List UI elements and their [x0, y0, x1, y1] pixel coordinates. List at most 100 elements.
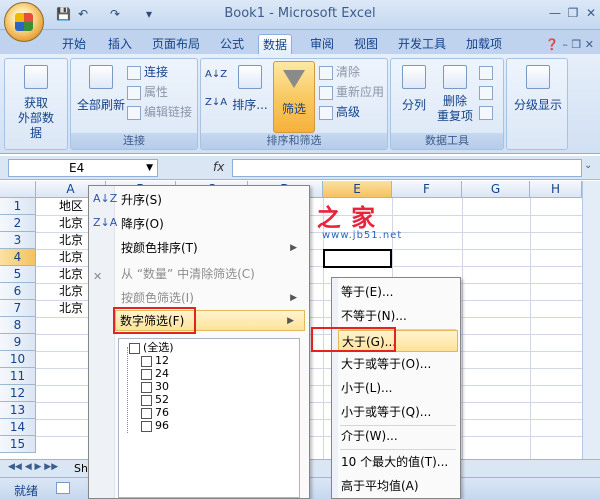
formula-bar: E4 ▼ fx ⌄ [0, 156, 600, 180]
row-header[interactable]: 7 [0, 300, 36, 317]
tab-home[interactable]: 开始 [58, 34, 90, 54]
name-box[interactable]: E4 ▼ [8, 159, 158, 177]
check-item[interactable]: 24 [141, 367, 169, 381]
submenu-equals[interactable]: 等于(E)... [338, 281, 458, 303]
sheet-tab[interactable]: Sh [74, 462, 88, 475]
row-header[interactable]: 12 [0, 385, 36, 402]
what-if-button[interactable] [479, 105, 496, 120]
office-button[interactable] [4, 2, 44, 42]
menu-filter-by-color[interactable]: 按颜色筛选(I) ▶ [117, 288, 307, 309]
column-header-h[interactable]: H [530, 181, 582, 198]
restore-icon[interactable]: ❐ [566, 6, 580, 20]
row-header[interactable]: 4 [0, 249, 36, 266]
row-header[interactable]: 1 [0, 198, 36, 215]
ribbon-tabs: 开始 插入 页面布局 公式 数据 审阅 视图 开发工具 加载项 ❓ – ❐ ✕ [0, 30, 600, 54]
filter-checklist[interactable]: (全选) 12 24 30 52 76 96 [118, 338, 300, 498]
cell-a3[interactable]: 北京 [59, 232, 83, 249]
vertical-scrollbar[interactable] [582, 181, 600, 477]
remove-duplicates-button[interactable]: 删除 重复项 [435, 65, 475, 124]
row-header[interactable]: 11 [0, 368, 36, 385]
tab-insert[interactable]: 插入 [104, 34, 136, 54]
select-all-corner[interactable] [0, 181, 36, 198]
tab-data[interactable]: 数据 [258, 34, 293, 54]
clear-button[interactable]: 清除 [319, 63, 360, 80]
fx-icon[interactable]: fx [213, 160, 224, 174]
row-header[interactable]: 6 [0, 283, 36, 300]
advanced-icon [319, 105, 333, 120]
row-header[interactable]: 14 [0, 419, 36, 436]
formula-input[interactable] [232, 159, 582, 177]
column-header-g[interactable]: G [462, 181, 530, 198]
tab-developer[interactable]: 开发工具 [394, 34, 450, 54]
help-icon[interactable]: ❓ – ❐ ✕ [545, 38, 594, 51]
check-select-all[interactable]: (全选) [129, 341, 174, 355]
cell-a1[interactable]: 地区 [59, 198, 83, 215]
group-outline: 分级显示 [506, 58, 568, 150]
tab-addins[interactable]: 加载项 [462, 34, 506, 54]
row-header[interactable]: 8 [0, 317, 36, 334]
submenu-above-average[interactable]: 高于平均值(A) [338, 475, 458, 497]
advanced-button[interactable]: 高级 [319, 103, 360, 120]
edit-links-icon [127, 105, 141, 120]
funnel-icon [283, 70, 305, 88]
check-item[interactable]: 52 [141, 393, 169, 407]
row-header[interactable]: 10 [0, 351, 36, 368]
close-icon[interactable]: ✕ [584, 6, 598, 20]
cell-a6[interactable]: 北京 [59, 283, 83, 300]
menu-sort-asc[interactable]: 升序(S) [117, 190, 307, 211]
check-item[interactable]: 30 [141, 380, 169, 394]
sort-button[interactable]: 排序... [231, 65, 269, 113]
group-label-data-tools: 数据工具 [391, 133, 503, 149]
edit-links-button[interactable]: 编辑链接 [127, 103, 192, 120]
sort-asc-button[interactable]: A↓Z [205, 69, 227, 80]
tab-review[interactable]: 审阅 [306, 34, 338, 54]
expand-formula-icon[interactable]: ⌄ [584, 160, 592, 171]
check-item[interactable]: 12 [141, 354, 169, 368]
consolidate-button[interactable] [479, 85, 496, 100]
submenu-less-than[interactable]: 小于(L)... [338, 377, 458, 399]
outline-button[interactable]: 分级显示 [511, 65, 565, 113]
column-header-e[interactable]: E [323, 181, 392, 198]
menu-sort-by-color[interactable]: 按颜色排序(T) ▶ [117, 238, 307, 259]
refresh-all-button[interactable]: 全部刷新 [75, 65, 127, 113]
row-header[interactable]: 9 [0, 334, 36, 351]
macro-record-icon[interactable] [56, 482, 70, 494]
check-item[interactable]: 76 [141, 406, 169, 420]
tab-page-layout[interactable]: 页面布局 [148, 34, 204, 54]
submenu-not-equals[interactable]: 不等于(N)... [338, 305, 458, 327]
column-header-f[interactable]: F [392, 181, 462, 198]
row-header[interactable]: 2 [0, 215, 36, 232]
check-item[interactable]: 96 [141, 419, 169, 433]
cell-a2[interactable]: 北京 [59, 215, 83, 232]
row-header[interactable]: 13 [0, 402, 36, 419]
data-validation-button[interactable] [479, 65, 496, 80]
group-label-connections: 连接 [71, 133, 197, 149]
chevron-down-icon[interactable]: ▼ [146, 160, 153, 176]
row-header[interactable]: 15 [0, 436, 36, 453]
active-cell-e4[interactable] [323, 249, 392, 268]
tab-formulas[interactable]: 公式 [216, 34, 248, 54]
cell-a5[interactable]: 北京 [59, 266, 83, 283]
tab-view[interactable]: 视图 [350, 34, 382, 54]
cell-a4[interactable]: 北京 [59, 249, 83, 266]
text-to-columns-button[interactable]: 分列 [397, 65, 431, 113]
connections-button[interactable]: 连接 [127, 63, 168, 80]
sort-desc-button[interactable]: Z↓A [205, 97, 227, 108]
submenu-greater-or-equal[interactable]: 大于或等于(O)... [338, 353, 458, 375]
submenu-top-10[interactable]: 10 个最大的值(T)... [338, 451, 458, 473]
menu-sort-desc[interactable]: 降序(O) [117, 214, 307, 235]
row-header[interactable]: 3 [0, 232, 36, 249]
sheet-nav-icon[interactable]: ◀◀ ◀ ▶ ▶▶ [8, 462, 58, 472]
properties-button[interactable]: 属性 [127, 83, 168, 100]
cell-a7[interactable]: 北京 [59, 300, 83, 317]
minimize-icon[interactable]: — [548, 6, 562, 20]
checkbox-icon [141, 381, 152, 393]
filter-button[interactable]: 筛选 [273, 61, 315, 133]
submenu-between[interactable]: 介于(W)... [338, 425, 458, 447]
submenu-less-or-equal[interactable]: 小于或等于(Q)... [338, 401, 458, 423]
group-sort-filter: A↓Z Z↓A 排序... 筛选 清除 重新应用 高级 排序和筛选 [200, 58, 388, 150]
menu-clear-filter[interactable]: 从 “数量” 中清除筛选(C) [117, 264, 307, 285]
row-header[interactable]: 5 [0, 266, 36, 283]
reapply-button[interactable]: 重新应用 [319, 83, 384, 100]
get-external-data-button[interactable]: 获取 外部数据 [13, 65, 59, 141]
